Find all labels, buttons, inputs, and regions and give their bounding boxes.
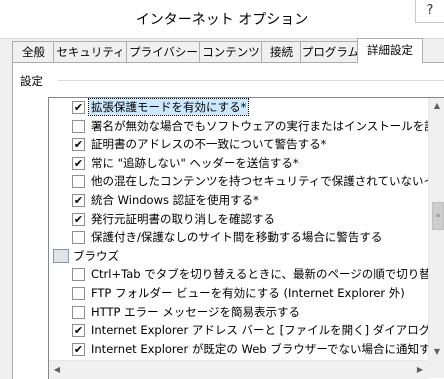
scroll-down-icon[interactable]: ▼ xyxy=(429,344,444,360)
setting-label: HTTP エラー メッセージを簡易表示する xyxy=(91,304,301,319)
setting-label: 常に "追跡しない" ヘッダーを送信する* xyxy=(91,155,299,170)
horizontal-scrollbar[interactable]: ◀ ▶ xyxy=(49,360,428,379)
setting-label: 発行元証明書の取り消しを確認する xyxy=(91,211,275,226)
tab-connections[interactable]: 接続 xyxy=(261,41,302,62)
checkbox[interactable] xyxy=(72,119,85,133)
tab-general[interactable]: 全般 xyxy=(12,41,55,62)
checkbox[interactable]: ✔ xyxy=(72,324,85,338)
vertical-scrollbar[interactable]: ▲ ≡ ▼ xyxy=(428,98,444,360)
checkbox[interactable] xyxy=(72,287,85,300)
setting-row[interactable]: ✔ 常に "追跡しない" ヘッダーを送信する* xyxy=(49,154,429,172)
setting-label: FTP フォルダー ビューを有効にする (Internet Explorer 外… xyxy=(91,286,405,300)
setting-row[interactable]: ✔ 拡張保護モードを有効にする* xyxy=(49,98,429,116)
setting-label: Ctrl+Tab でタブを切り替えるときに、最新のページの順で切り替える xyxy=(91,267,444,282)
setting-label: Internet Explorer が既定の Web ブラウザーでない場合に通知… xyxy=(91,341,443,356)
tab-privacy[interactable]: プライバシー xyxy=(126,41,201,62)
checkbox[interactable]: ✔ xyxy=(72,194,85,207)
setting-label: 署名が無効な場合でもソフトウェアの実行またはインストールを許可する xyxy=(91,118,444,133)
setting-label: 他の混在したコンテンツを持つセキュリティで保護されていないイメージをブ xyxy=(91,174,444,189)
setting-row[interactable]: Ctrl+Tab でタブを切り替えるときに、最新のページの順で切り替える xyxy=(49,265,444,283)
checkbox[interactable] xyxy=(72,268,85,282)
setting-label: 証明書のアドレスの不一致について警告する* xyxy=(91,137,327,152)
tab-strip: 全般 セキュリティ プライバシー コンテンツ 接続 プログラム 詳細設定 xyxy=(12,38,432,63)
checkbox[interactable] xyxy=(72,305,85,319)
setting-row[interactable]: ✔ Internet Explorer アドレス バーと [ファイルを開く] ダイ… xyxy=(49,321,444,339)
setting-label: Internet Explorer アドレス バーと [ファイルを開く] ダイア… xyxy=(91,323,444,338)
setting-label: 統合 Windows 認証を使用する* xyxy=(91,193,259,207)
title-bar: インターネット オプション ? xyxy=(0,0,444,39)
tab-security[interactable]: セキュリティ xyxy=(53,41,128,62)
category-row[interactable]: ブラウズ xyxy=(49,247,429,265)
setting-label: 保護付き/保護なしのサイト間を移動する場合に警告する xyxy=(91,230,383,245)
help-button[interactable]: ? xyxy=(415,0,444,23)
tab-content[interactable]: コンテンツ xyxy=(199,41,263,62)
scrollbar-corner xyxy=(428,360,444,378)
settings-group-label: 設定 xyxy=(20,73,49,89)
setting-row[interactable]: 署名が無効な場合でもソフトウェアの実行またはインストールを許可する xyxy=(49,117,444,135)
checkbox[interactable]: ✔ xyxy=(72,138,85,152)
category-label: ブラウズ xyxy=(73,248,119,263)
scroll-right-icon[interactable]: ▶ xyxy=(412,361,428,379)
setting-row[interactable]: 保護付き/保護なしのサイト間を移動する場合に警告する xyxy=(49,228,429,246)
tab-advanced[interactable]: 詳細設定 xyxy=(357,38,423,63)
tab-programs[interactable]: プログラム xyxy=(300,41,361,62)
setting-row[interactable]: ✔ Internet Explorer が既定の Web ブラウザーでない場合に通… xyxy=(49,340,442,358)
window-title: インターネット オプション xyxy=(135,12,309,28)
setting-row[interactable]: FTP フォルダー ビューを有効にする (Internet Explorer 外… xyxy=(49,284,429,302)
setting-label: 拡張保護モードを有効にする* xyxy=(87,98,250,116)
scroll-thumb[interactable]: ≡ xyxy=(432,202,444,230)
group-divider xyxy=(58,80,444,81)
folder-icon xyxy=(53,248,69,263)
setting-row[interactable]: ✔ 証明書のアドレスの不一致について警告する* xyxy=(49,135,429,153)
setting-row[interactable]: ✔ 統合 Windows 認証を使用する* xyxy=(49,191,429,209)
scroll-left-icon[interactable]: ◀ xyxy=(49,361,65,379)
setting-row[interactable]: HTTP エラー メッセージを簡易表示する xyxy=(49,303,429,321)
checkbox[interactable]: ✔ xyxy=(72,101,85,114)
checkbox[interactable]: ✔ xyxy=(72,156,85,170)
checkbox[interactable]: ✔ xyxy=(72,342,85,356)
setting-row[interactable]: ✔ 発行元証明書の取り消しを確認する xyxy=(49,210,429,228)
settings-list[interactable]: ✔ 拡張保護モードを有効にする* 署名が無効な場合でもソフトウェアの実行またはインス… xyxy=(48,97,444,379)
checkbox[interactable]: ✔ xyxy=(72,212,85,226)
scroll-up-icon[interactable]: ▲ xyxy=(429,98,444,114)
setting-row[interactable]: 他の混在したコンテンツを持つセキュリティで保護されていないイメージをブ xyxy=(49,172,444,190)
checkbox[interactable] xyxy=(72,231,85,245)
checkbox[interactable] xyxy=(72,175,85,189)
